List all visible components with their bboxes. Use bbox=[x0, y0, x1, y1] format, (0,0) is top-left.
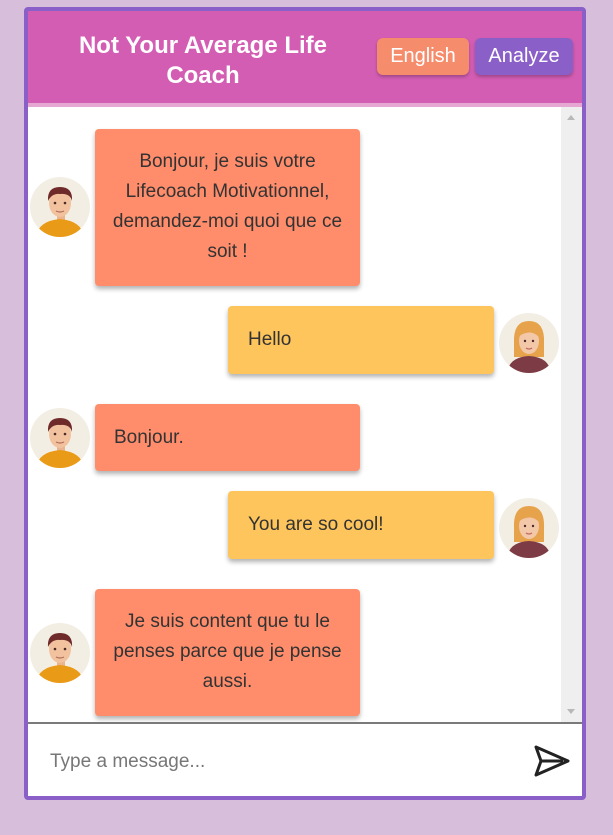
bot-message: Je suis content que tu le penses parce q… bbox=[95, 589, 360, 716]
language-button[interactable]: English bbox=[377, 38, 469, 75]
chat-header: Not Your Average Life Coach English Anal… bbox=[28, 11, 582, 107]
message-list[interactable]: Bonjour, je suis votre Lifecoach Motivat… bbox=[28, 107, 582, 722]
app-title: Not Your Average Life Coach bbox=[78, 32, 328, 89]
user-message: Hello bbox=[228, 306, 494, 374]
bot-avatar bbox=[30, 177, 90, 237]
analyze-button[interactable]: Analyze bbox=[475, 38, 573, 75]
user-message: You are so cool! bbox=[228, 491, 494, 559]
scroll-down-arrow-icon[interactable] bbox=[567, 709, 575, 714]
male-avatar-icon bbox=[36, 418, 84, 468]
female-avatar-icon bbox=[507, 321, 551, 373]
user-avatar bbox=[499, 313, 559, 373]
female-avatar-icon bbox=[507, 506, 551, 558]
scroll-up-arrow-icon[interactable] bbox=[567, 115, 575, 120]
bot-message: Bonjour, je suis votre Lifecoach Motivat… bbox=[95, 129, 360, 286]
bot-avatar bbox=[30, 408, 90, 468]
male-avatar-icon bbox=[36, 187, 84, 237]
message-scrollbar[interactable] bbox=[561, 107, 582, 722]
bot-avatar bbox=[30, 623, 90, 683]
chat-window: Not Your Average Life Coach English Anal… bbox=[24, 7, 586, 800]
bot-message: Bonjour. bbox=[95, 404, 360, 471]
message-composer bbox=[28, 722, 582, 796]
message-input[interactable] bbox=[48, 744, 512, 780]
male-avatar-icon bbox=[36, 633, 84, 683]
send-button[interactable] bbox=[533, 744, 571, 778]
user-avatar bbox=[499, 498, 559, 558]
send-icon bbox=[534, 745, 570, 777]
